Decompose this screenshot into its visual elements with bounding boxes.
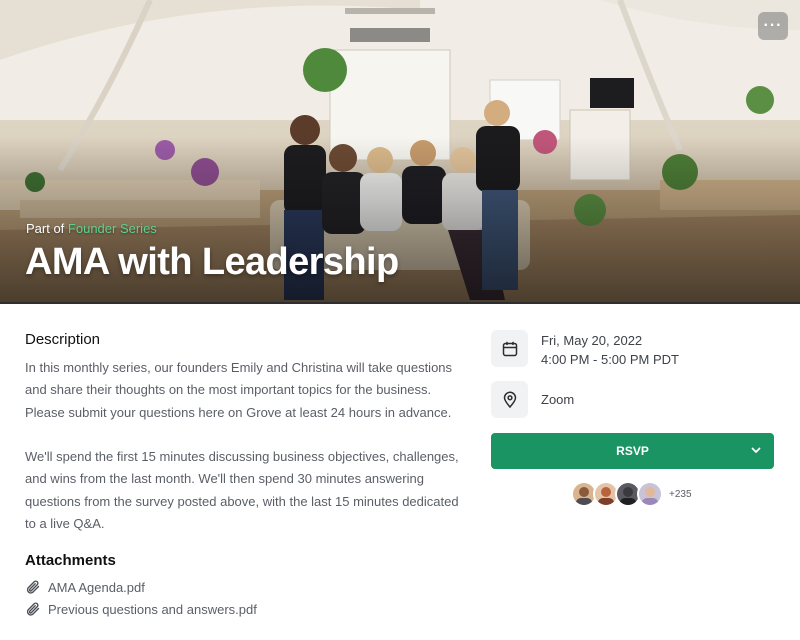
rsvp-label: RSVP [616, 444, 649, 458]
series-prefix: Part of [26, 221, 65, 236]
more-options-button[interactable]: ··· [758, 12, 788, 40]
event-date-row: Fri, May 20, 2022 4:00 PM - 5:00 PM PDT [491, 330, 679, 369]
description-paragraph: We'll spend the first 15 minutes discuss… [25, 449, 459, 532]
paperclip-icon [26, 602, 40, 616]
event-datetime: Fri, May 20, 2022 4:00 PM - 5:00 PM PDT [541, 331, 679, 369]
description-body: In this monthly series, our founders Emi… [25, 357, 465, 535]
attachment-list: AMA Agenda.pdf Previous questions and an… [25, 576, 257, 620]
description-paragraph: In this monthly series, our founders Emi… [25, 360, 453, 420]
map-pin-icon [491, 381, 528, 418]
event-title: AMA with Leadership [25, 241, 399, 283]
event-date: Fri, May 20, 2022 [541, 333, 643, 348]
event-cover: ··· Part of Founder Series AMA with Lead… [0, 0, 800, 304]
attachment-name: AMA Agenda.pdf [48, 579, 145, 595]
description-heading: Description [25, 331, 101, 348]
event-time: 4:00 PM - 5:00 PM PDT [541, 352, 679, 367]
ellipsis-icon: ··· [763, 17, 783, 34]
chevron-down-icon[interactable] [750, 444, 762, 456]
attendee-list[interactable]: +235 [571, 481, 692, 507]
event-location-row: Zoom [491, 381, 574, 418]
attendee-count: +235 [669, 488, 692, 500]
calendar-icon [491, 330, 528, 367]
attachment-item[interactable]: Previous questions and answers.pdf [25, 598, 257, 620]
series-breadcrumb: Part of Founder Series [26, 221, 157, 236]
rsvp-button[interactable]: RSVP [491, 433, 774, 469]
attachments-heading: Attachments [25, 552, 116, 569]
attachment-name: Previous questions and answers.pdf [48, 601, 257, 617]
event-location[interactable]: Zoom [541, 390, 574, 409]
attachment-item[interactable]: AMA Agenda.pdf [25, 576, 257, 598]
avatar [637, 481, 663, 507]
cover-divider [0, 302, 800, 304]
series-link[interactable]: Founder Series [68, 221, 157, 236]
paperclip-icon [26, 580, 40, 594]
